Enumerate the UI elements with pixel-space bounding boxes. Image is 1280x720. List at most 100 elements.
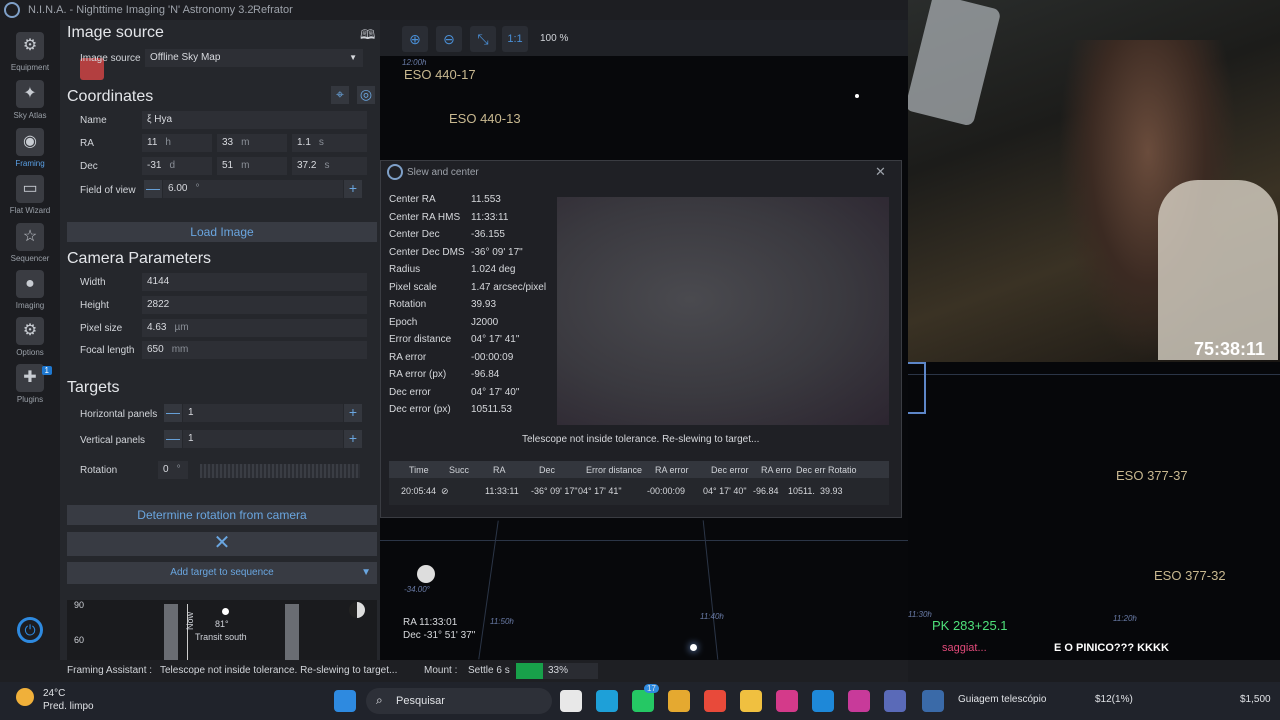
pixel-size-label: Pixel size	[80, 323, 123, 334]
dec-degrees-field[interactable]: -31 d	[142, 157, 212, 175]
column-header[interactable]: Dec error	[711, 465, 749, 475]
webcam-overlay	[908, 0, 1280, 362]
ra-label: RA	[80, 138, 94, 149]
one-to-one-button[interactable]: 1:1	[502, 26, 528, 52]
nav-equipment[interactable]: ⚙ Equipment	[0, 32, 60, 78]
width-field[interactable]: 4144	[142, 273, 367, 291]
status-bar: Framing Assistant : Telescope not inside…	[0, 660, 908, 682]
width-label: Width	[80, 277, 106, 288]
rotation-field[interactable]: 0 °	[158, 461, 188, 479]
fov-increase-button[interactable]: +	[344, 180, 362, 198]
name-field[interactable]: ξ Hya	[142, 111, 367, 129]
pixel-size-field[interactable]: 4.63 µm	[142, 319, 367, 337]
nav-flat-wizard[interactable]: ▭ Flat Wizard	[0, 175, 60, 221]
telescope-shape	[908, 0, 1002, 127]
chat-username: saggiat...	[942, 642, 987, 654]
clear-button[interactable]: ✕	[67, 532, 377, 556]
column-header[interactable]: Dec	[539, 465, 555, 475]
height-field[interactable]: 2822	[142, 296, 367, 314]
zoom-out-icon[interactable]: ⊖	[436, 26, 462, 52]
zoom-in-icon[interactable]: ⊕	[402, 26, 428, 52]
file-explorer-icon[interactable]	[740, 690, 762, 712]
book-icon[interactable]: 🕮	[360, 26, 375, 48]
chat-message: E O PINICO??? KKKK	[1054, 642, 1169, 654]
result-label: Epoch	[389, 316, 418, 328]
hpanels-field[interactable]: 1	[183, 404, 343, 422]
telescope-coords-icon[interactable]: ⌖	[331, 86, 349, 104]
grid-line	[908, 374, 1280, 375]
column-header[interactable]: Time	[409, 465, 429, 475]
search-icon: ⌕	[376, 693, 383, 707]
image-source-select[interactable]: Offline Sky Map ▼	[145, 49, 363, 67]
nav-plugins[interactable]: ✚ Plugins 1	[0, 364, 60, 410]
nav-options[interactable]: ⚙ Options	[0, 317, 60, 363]
sky-map-right: ESO 377-37 ESO 377-32 11:30h 11:20h PK 2…	[908, 362, 1280, 660]
task-view-icon[interactable]	[560, 690, 582, 712]
grid-line	[380, 540, 908, 541]
app-icon[interactable]	[884, 690, 906, 712]
edge-icon[interactable]	[596, 690, 618, 712]
result-value: 39.93	[471, 299, 497, 310]
framing-icon: ◉	[16, 128, 44, 156]
ra-hours-field[interactable]: 11 h	[142, 134, 212, 152]
hpanels-increase-button[interactable]: +	[344, 404, 362, 422]
sky-toolbar: ⊕ ⊖ ⤡ 1:1 100 %	[380, 20, 908, 56]
column-header[interactable]: RA erro	[761, 465, 792, 475]
active-window-title[interactable]: Guiagem telescópio	[958, 694, 1046, 705]
fov-decrease-button[interactable]: —	[144, 180, 162, 198]
nav-framing[interactable]: ◉ Framing	[0, 128, 60, 174]
chrome-icon[interactable]	[668, 690, 690, 712]
add-target-button[interactable]: Add target to sequence ▼	[67, 562, 377, 584]
column-header[interactable]: Rotatio	[828, 465, 857, 475]
taskbar: 24°C Pred. limpo ⌕ Pesquisar 17 Guiagem …	[0, 682, 1280, 720]
column-header[interactable]: RA error	[655, 465, 689, 475]
app-icon[interactable]	[812, 690, 834, 712]
ra-minutes-field[interactable]: 33 m	[217, 134, 287, 152]
vpanels-label: Vertical panels	[80, 435, 146, 446]
load-image-button[interactable]: Load Image	[67, 222, 377, 242]
column-header[interactable]: Error distance	[586, 465, 642, 475]
vpanels-field[interactable]: 1	[183, 430, 343, 448]
dec-seconds-field[interactable]: 37.2 s	[292, 157, 367, 175]
y-tick: 90	[74, 600, 85, 610]
power-icon[interactable]: ⏻	[17, 617, 43, 643]
column-header[interactable]: RA	[493, 465, 506, 475]
fov-field[interactable]: 6.00 °	[163, 180, 343, 198]
taskbar-search[interactable]: ⌕ Pesquisar	[366, 688, 552, 714]
focal-length-field[interactable]: 650 mm	[142, 341, 367, 359]
fit-icon[interactable]: ⤡	[470, 26, 496, 52]
nav-label: Imaging	[15, 301, 45, 310]
column-header[interactable]: Dec err	[796, 465, 826, 475]
zoom-level: 100 %	[540, 33, 569, 44]
vpanels-decrease-button[interactable]: —	[164, 430, 182, 448]
ra-grid-label: 11:20h	[1113, 614, 1137, 623]
ra-grid-label: 11:50h	[490, 617, 514, 626]
nav-imaging[interactable]: ● Imaging	[0, 270, 60, 316]
cursor-dec-readout: Dec -31° 51' 37"	[403, 630, 476, 641]
rotation-slider[interactable]	[200, 464, 360, 478]
table-cell: 04° 17' 40"	[703, 486, 747, 496]
determine-rotation-button[interactable]: Determine rotation from camera	[67, 505, 377, 525]
whatsapp-icon[interactable]: 17	[632, 684, 659, 712]
result-label: Center Dec	[389, 229, 440, 240]
start-button-icon[interactable]	[334, 690, 356, 712]
result-label: Rotation	[389, 299, 427, 310]
nina-logo-icon	[4, 2, 20, 18]
nina-taskbar-icon[interactable]	[922, 690, 944, 712]
column-header[interactable]: Succ	[449, 465, 469, 475]
vpanels-increase-button[interactable]: +	[344, 430, 362, 448]
opera-icon[interactable]	[704, 690, 726, 712]
app-icon[interactable]	[848, 690, 870, 712]
ra-seconds-field[interactable]: 1.1 s	[292, 134, 367, 152]
close-icon[interactable]: ✕	[875, 164, 886, 180]
hpanels-decrease-button[interactable]: —	[164, 404, 182, 422]
result-value: -96.84	[471, 369, 500, 380]
rotation-label: Rotation	[80, 465, 118, 476]
app-icon[interactable]	[776, 690, 798, 712]
settle-progress-bar: 33%	[516, 663, 598, 679]
nav-sequencer[interactable]: ☆ Sequencer	[0, 223, 60, 269]
location-icon[interactable]: ◎	[357, 86, 375, 104]
weather-temp[interactable]: 24°C	[43, 688, 65, 699]
nav-sky-atlas[interactable]: ✦ Sky Atlas	[0, 80, 60, 126]
dec-minutes-field[interactable]: 51 m	[217, 157, 287, 175]
